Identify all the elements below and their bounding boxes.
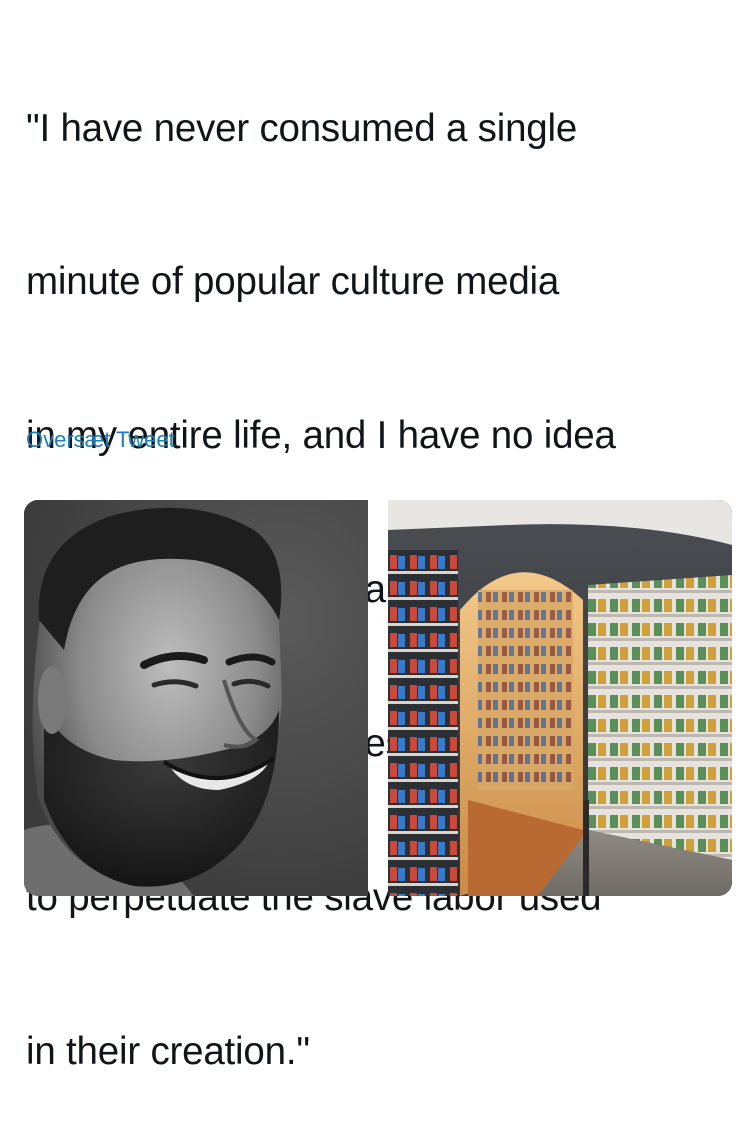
chad-face-image[interactable] xyxy=(24,500,368,896)
chad-face-photo-icon xyxy=(24,500,368,896)
tweet-text-line: "I have never consumed a single xyxy=(26,106,578,150)
translate-tweet-link[interactable]: Oversæt Tweet xyxy=(26,427,175,453)
tweet-text-line: minute of popular culture media xyxy=(26,260,560,304)
tweet-text-line: in their creation." xyxy=(26,1029,310,1073)
collection-room-image[interactable] xyxy=(388,500,732,896)
tweet-media-grid xyxy=(24,500,732,896)
figure-collection-room-photo-icon xyxy=(388,500,732,896)
